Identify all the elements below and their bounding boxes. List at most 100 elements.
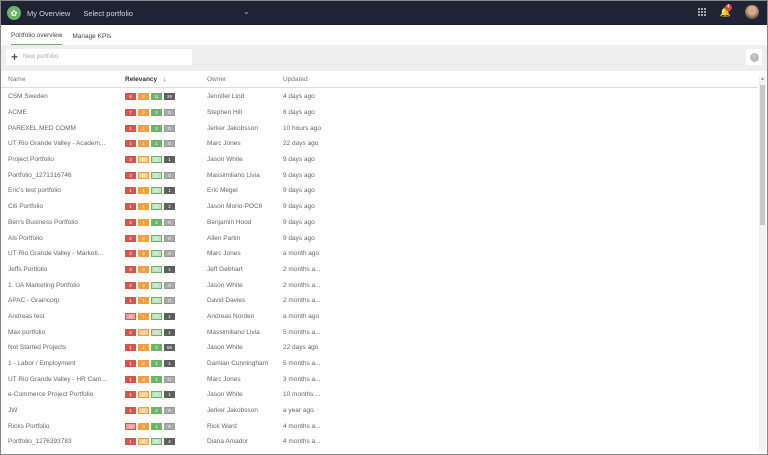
owner: Rick Ward	[207, 422, 237, 430]
badge-red: 2	[125, 281, 136, 289]
table-row[interactable]: JW 1 0 2 0 Jerker Jakobsson a year ago	[1, 403, 758, 419]
scroll-up-icon[interactable]: ▲	[760, 76, 765, 82]
portfolio-name[interactable]: Eric's test portfolio	[1, 187, 118, 194]
chevron-down-icon[interactable]: ⌄	[243, 7, 250, 16]
table-row[interactable]: Portfolio_1271316746 3 0 0 0 Massimiliano Liv…	[1, 167, 758, 183]
badge-gray: 56	[164, 344, 175, 352]
table-row[interactable]: 1 - Labor / Employment 1 2 1 1 Damian Cunning…	[1, 356, 758, 372]
table-row[interactable]: Citi Portfolio 1 1 0 2 Jason Morio-POC6 9 days…	[1, 199, 758, 215]
apps-grid-icon[interactable]	[697, 8, 706, 16]
badge-orange: 1	[138, 140, 149, 148]
badge-green: 0	[151, 250, 162, 258]
updated: 2 months a...	[283, 265, 321, 273]
portfolio-name[interactable]: e-Commerce Project Portfolio	[1, 391, 118, 398]
tab-portfolio-overview[interactable]: Portfolio overview	[11, 32, 63, 45]
new-portfolio-button[interactable]: + New portfolio	[6, 49, 192, 65]
portfolio-name[interactable]: Project Portfolio	[1, 156, 118, 163]
owner: Marc Jones	[207, 375, 241, 383]
badge-green: 2	[151, 109, 162, 117]
portfolio-name[interactable]: PAREXEL MED COMM	[1, 125, 118, 132]
badge-gray: 2	[164, 438, 175, 446]
badge-red: 1	[125, 297, 136, 305]
table-row[interactable]: Ben's Business Portfolio 3 1 4 0 Benjamin Hoo…	[1, 215, 758, 231]
new-portfolio-label: New portfolio	[23, 54, 59, 60]
table-row[interactable]: 1. UA Marketing Portfolio 2 2 0 0 Jason White…	[1, 277, 758, 293]
table-row[interactable]: Andreas test 0 1 0 1 Andreas Norden a month ag…	[1, 309, 758, 325]
table-row[interactable]: ACME 7 2 2 0 Stephen Hill 6 days ago	[1, 105, 758, 121]
portfolio-name[interactable]: 1 - Labor / Employment	[1, 360, 118, 367]
owner: Stephen Hill	[207, 109, 243, 117]
column-owner[interactable]: Owner	[200, 76, 283, 83]
table-row[interactable]: PAREXEL MED COMM 1 1 2 0 Jerker Jakobsson 10 h…	[1, 120, 758, 136]
table-row[interactable]: Project Portfolio 3 0 0 1 Jason White 9 days a…	[1, 152, 758, 168]
table-row[interactable]: Portfolio_1276393783 1 0 0 2 Diana Amador 4 mo…	[1, 434, 758, 450]
badge-red: 3	[125, 265, 136, 273]
badge-orange: 3	[138, 265, 149, 273]
table-row[interactable]: UT Rio Grande Valley - Marketi... 3 2 0 0 Mar…	[1, 246, 758, 262]
badge-red: 2	[125, 328, 136, 336]
portfolio-name[interactable]: Jeffs Portfolio	[1, 266, 118, 273]
table-row[interactable]: Ricks Portfolio 0 3 1 0 Rick Ward 4 months a..…	[1, 418, 758, 434]
badge-gray: 0	[164, 124, 175, 132]
badge-red: 1	[125, 375, 136, 383]
table-row[interactable]: APAC - Graincorp 1 1 0 0 David Davies 2 months…	[1, 293, 758, 309]
portfolio-name[interactable]: JW	[1, 407, 118, 414]
portfolio-name[interactable]: Portfolio_1271316746	[1, 172, 118, 179]
portfolio-name[interactable]: Citi Portfolio	[1, 203, 118, 210]
updated: 9 days ago	[283, 203, 315, 211]
scrollbar[interactable]: ▲	[759, 76, 766, 451]
portfolio-name[interactable]: Portfolio_1276393783	[1, 438, 118, 445]
column-name[interactable]: Name	[1, 76, 118, 83]
portfolio-name[interactable]: CSM Sweden	[1, 93, 118, 100]
portfolio-name[interactable]: UT Rio Grande Valley - HR Cam...	[1, 376, 118, 383]
scrollbar-thumb[interactable]	[760, 85, 765, 225]
badge-green: 0	[151, 391, 162, 399]
my-overview-link[interactable]: My Overview	[27, 9, 70, 18]
table-row[interactable]: e-Commerce Project Portfolio 1 0 0 1 Jason Wh…	[1, 387, 758, 403]
table-row[interactable]: Eric's test portfolio 1 1 0 1 Eric Megel 9 day…	[1, 183, 758, 199]
column-updated[interactable]: Updated	[283, 76, 308, 83]
table-row[interactable]: Not Started Projects 1 1 4 56 Jason White 22 d…	[1, 340, 758, 356]
table-row[interactable]: UT Rio Grande Valley - Academ... 1 1 1 0 Marc…	[1, 136, 758, 152]
badge-gray: 0	[164, 297, 175, 305]
user-avatar[interactable]	[745, 5, 759, 19]
owner: Diana Amador	[207, 438, 249, 446]
portfolio-name[interactable]: Ricks Portfolio	[1, 423, 118, 430]
badge-red: 7	[125, 109, 136, 117]
select-portfolio-dropdown[interactable]: Select portfolio	[83, 9, 133, 18]
column-relevancy[interactable]: Relevancy ↓	[118, 76, 200, 83]
table-row[interactable]: Als Portfolio 2 3 0 0 Allen Partin 9 days ago	[1, 230, 758, 246]
relevancy-badges: 1102	[118, 203, 200, 211]
portfolio-name[interactable]: Ben's Business Portfolio	[1, 219, 118, 226]
portfolio-name[interactable]: APAC - Graincorp	[1, 297, 118, 304]
info-button[interactable]: i	[746, 49, 762, 65]
relevancy-badges: 3001	[118, 156, 200, 164]
tab-manage-kpis[interactable]: Manage KPIs	[72, 33, 111, 45]
table-row[interactable]: Jeffs Portfolio 3 3 0 1 Jeff Gebhart 2 months …	[1, 262, 758, 278]
table-row[interactable]: UT Rio Grande Valley - HR Cam... 1 3 1 0 Marc…	[1, 371, 758, 387]
badge-orange: 1	[138, 218, 149, 226]
updated: 6 days ago	[283, 109, 315, 117]
portfolio-name[interactable]: Max portfolio	[1, 329, 118, 336]
table-row[interactable]: Max portfolio 2 0 0 1 Massimiliano Livia 5 mon…	[1, 324, 758, 340]
portfolio-name[interactable]: ACME	[1, 109, 118, 116]
portfolio-name[interactable]: UT Rio Grande Valley - Marketi...	[1, 250, 118, 257]
portfolio-name[interactable]: Not Started Projects	[1, 344, 118, 351]
table-row[interactable]: CSM Sweden 6 2 11 26 Jennifer Lind 4 days ago	[1, 89, 758, 105]
portfolio-name[interactable]: 1. UA Marketing Portfolio	[1, 282, 118, 289]
owner: Massimiliano Livia	[207, 328, 260, 336]
updated: 2 months a...	[283, 297, 321, 305]
updated: a month ago	[283, 250, 320, 258]
badge-gray: 0	[164, 218, 175, 226]
portfolio-name[interactable]: UT Rio Grande Valley - Academ...	[1, 140, 118, 147]
owner: Damian Cunningham	[207, 360, 269, 368]
updated: a month ago	[283, 312, 320, 320]
notifications-bell-icon[interactable]: 🔔 4	[720, 3, 732, 18]
logo-icon[interactable]: ✿	[7, 6, 21, 20]
relevancy-badges: 3000	[118, 171, 200, 179]
top-bar: ✿ My Overview Select portfolio ⌄ 🔔 4	[1, 1, 767, 25]
badge-red: 1	[125, 203, 136, 211]
portfolio-name[interactable]: Als Portfolio	[1, 235, 118, 242]
portfolio-name[interactable]: Andreas test	[1, 313, 118, 320]
owner: Eric Megel	[207, 187, 238, 195]
